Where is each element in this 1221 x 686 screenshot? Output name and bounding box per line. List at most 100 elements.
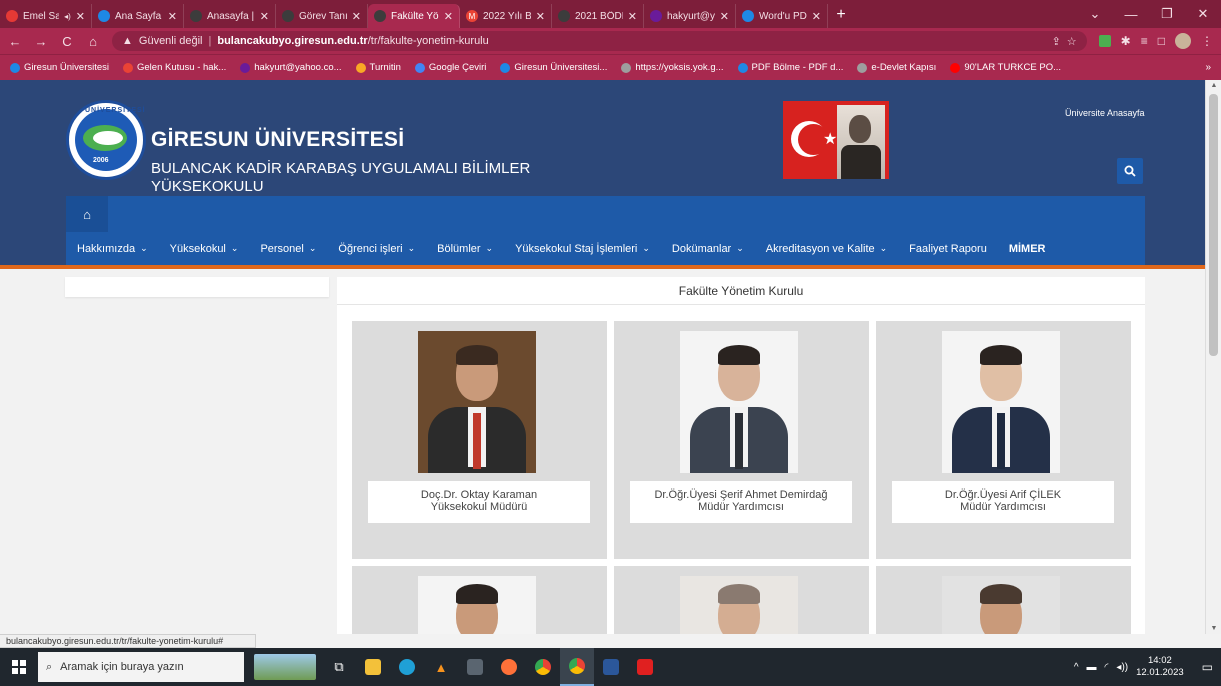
browser-tab[interactable]: Fakülte Yöneti ✕ — [368, 4, 460, 28]
start-button[interactable] — [0, 648, 38, 686]
nav-item[interactable]: Akreditasyon ve Kalite ⌄ — [755, 232, 898, 265]
nav-item[interactable]: Yüksekokul Staj İşlemleri ⌄ — [504, 232, 661, 265]
url-input[interactable]: ▲ Güvenli değil | bulancakubyo.giresun.e… — [112, 31, 1087, 51]
bookmark-item[interactable]: e-Devlet Kapısı — [857, 62, 936, 73]
page-scrollbar[interactable]: ▲ ▼ — [1205, 80, 1221, 634]
maximize-button[interactable]: ❐ — [1149, 6, 1185, 22]
browser-tab[interactable]: M 2022 Yılı Birim ✕ — [460, 4, 552, 28]
browser-tab[interactable]: hakyurt@yah ✕ — [644, 4, 736, 28]
chrome-profile-icon[interactable] — [560, 648, 594, 686]
nav-item[interactable]: Bölümler ⌄ — [426, 232, 504, 265]
tab-search-icon[interactable]: ⌄ — [1077, 6, 1113, 22]
bookmark-item[interactable]: https://yoksis.yok.g... — [621, 62, 724, 73]
tab-close-icon[interactable]: ✕ — [812, 10, 821, 23]
wifi-icon[interactable]: ◜ — [1105, 662, 1109, 673]
member-info: Dr.Öğr.Üyesi Arif ÇİLEK Müdür Yardımcısı — [892, 481, 1114, 523]
file-explorer-icon[interactable] — [356, 648, 390, 686]
bookmark-item[interactable]: 90'LAR TURKCE PO... — [950, 62, 1061, 73]
side-panel-icon[interactable]: □ — [1158, 34, 1165, 48]
search-highlight-image[interactable] — [254, 654, 316, 680]
firefox-icon[interactable] — [492, 648, 526, 686]
tab-close-icon[interactable]: ✕ — [260, 10, 269, 23]
chevron-down-icon: ⌄ — [230, 243, 239, 253]
forward-button[interactable]: → — [34, 34, 48, 49]
profile-avatar[interactable] — [1175, 33, 1191, 49]
browser-tab[interactable]: Emel Sayı ◂) ✕ — [0, 4, 92, 28]
school-name-line1: BULANCAK KADİR KARABAŞ UYGULAMALI BİLİML… — [151, 160, 531, 177]
nav-item[interactable]: Hakkımızda ⌄ — [66, 232, 159, 265]
scrollbar-thumb[interactable] — [1209, 94, 1218, 356]
tab-close-icon[interactable]: ✕ — [76, 10, 85, 23]
battery-icon[interactable]: ▬ — [1087, 662, 1097, 673]
new-tab-button[interactable]: + — [828, 4, 854, 28]
university-title[interactable]: GİRESUN ÜNİVERSİTESİ — [151, 128, 404, 152]
browser-tab[interactable]: Görev Tanımla ✕ — [276, 4, 368, 28]
bookmark-item[interactable]: Turnitin — [355, 62, 401, 73]
browser-tab[interactable]: Word'u PDF'y ✕ — [736, 4, 828, 28]
nav-item[interactable]: Öğrenci işleri ⌄ — [327, 232, 426, 265]
bookmark-item[interactable]: PDF Bölme - PDF d... — [737, 62, 843, 73]
menu-kebab-icon[interactable]: ⋮ — [1201, 34, 1213, 48]
acrobat-icon[interactable] — [628, 648, 662, 686]
url-path: /tr/fakulte-yonetim-kurulu — [367, 35, 489, 47]
nav-item[interactable]: MİMER — [998, 232, 1057, 265]
chrome-icon[interactable] — [526, 648, 560, 686]
bookmark-item[interactable]: Giresun Üniversitesi... — [500, 62, 607, 73]
university-home-link[interactable]: Üniversite Anasayfa — [1065, 108, 1145, 118]
nav-item-label: Dokümanlar — [671, 242, 732, 255]
calculator-icon[interactable] — [458, 648, 492, 686]
tab-close-icon[interactable]: ✕ — [720, 10, 729, 23]
warning-icon[interactable]: ▲ — [122, 35, 133, 47]
nav-item-label: Akreditasyon ve Kalite — [765, 242, 875, 255]
bookmark-item[interactable]: Gelen Kutusu - hak... — [123, 62, 226, 73]
notification-icon[interactable]: ▭ — [1192, 660, 1213, 674]
home-button[interactable]: ⌂ — [86, 34, 100, 49]
back-button[interactable]: ← — [8, 34, 22, 49]
browser-tab[interactable]: Anasayfa | BU ✕ — [184, 4, 276, 28]
clock[interactable]: 14:02 12.01.2023 — [1136, 655, 1184, 679]
tab-close-icon[interactable]: ✕ — [168, 10, 177, 23]
scroll-up-icon[interactable]: ▲ — [1206, 82, 1221, 89]
bookmark-star-icon[interactable]: ☆ — [1067, 35, 1077, 48]
minimize-button[interactable]: — — [1113, 7, 1149, 22]
bookmark-item[interactable]: Google Çeviri — [414, 62, 486, 73]
share-icon[interactable]: ⇪ — [1052, 35, 1061, 48]
vlc-icon[interactable]: ▲ — [424, 648, 458, 686]
word-icon[interactable] — [594, 648, 628, 686]
task-view-icon[interactable]: ⧉ — [322, 648, 356, 686]
nav-item[interactable]: Personel ⌄ — [249, 232, 327, 265]
bookmark-item[interactable]: hakyurt@yahoo.co... — [240, 62, 342, 73]
nav-item[interactable]: Faaliyet Raporu — [898, 232, 998, 265]
extension-check-icon[interactable] — [1098, 35, 1111, 47]
bookmark-favicon-icon — [123, 62, 133, 73]
bookmark-favicon-icon — [621, 62, 632, 73]
tab-close-icon[interactable]: ✕ — [444, 10, 453, 23]
tab-favicon-icon — [374, 10, 386, 22]
bookmarks-overflow-icon[interactable]: » — [1205, 62, 1211, 73]
scroll-down-icon[interactable]: ▼ — [1206, 625, 1221, 632]
extensions-puzzle-icon[interactable]: ✱ — [1121, 34, 1131, 48]
reload-button[interactable]: C — [60, 34, 74, 49]
tray-chevron-icon[interactable]: ^ — [1074, 662, 1079, 673]
tab-close-icon[interactable]: ✕ — [536, 10, 545, 23]
site-header: ÜNİVERSİTESİ 2006 GİRESUN ÜNİVERSİTESİ B… — [0, 80, 1205, 265]
site-search-button[interactable] — [1117, 158, 1143, 184]
browser-tab[interactable]: 2021 BÖDR EC ✕ — [552, 4, 644, 28]
tab-close-icon[interactable]: ✕ — [352, 10, 361, 23]
reading-list-icon[interactable]: ≡ — [1141, 34, 1148, 48]
bookmark-item[interactable]: Giresun Üniversitesi — [10, 62, 109, 73]
university-logo[interactable]: ÜNİVERSİTESİ 2006 — [66, 100, 146, 180]
nav-item[interactable]: Yüksekokul ⌄ — [159, 232, 250, 265]
edge-browser-icon[interactable] — [390, 648, 424, 686]
school-name: BULANCAK KADİR KARABAŞ UYGULAMALI BİLİML… — [151, 160, 571, 196]
home-nav-button[interactable]: ⌂ — [66, 196, 108, 232]
volume-icon[interactable]: ◂)) — [1116, 662, 1128, 673]
sidebar-panel — [65, 277, 329, 297]
taskbar-search-box[interactable]: ⌕ Aramak için buraya yazın — [38, 652, 244, 682]
close-window-button[interactable]: ✕ — [1185, 6, 1221, 22]
tab-close-icon[interactable]: ✕ — [628, 10, 637, 23]
browser-tab[interactable]: Ana Sayfa | Gi ✕ — [92, 4, 184, 28]
tab-audio-icon[interactable]: ◂) — [64, 12, 71, 21]
bookmarks-bar: Giresun Üniversitesi Gelen Kutusu - hak..… — [0, 54, 1221, 80]
nav-item[interactable]: Dokümanlar ⌄ — [661, 232, 755, 265]
